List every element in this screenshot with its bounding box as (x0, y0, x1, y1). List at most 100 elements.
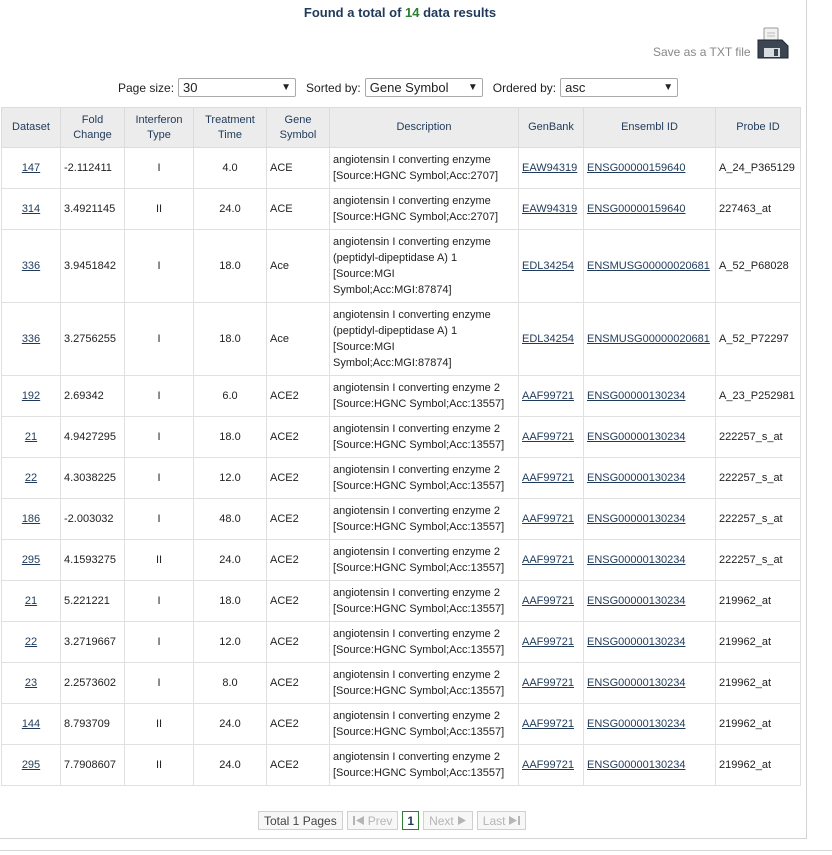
dataset-link[interactable]: 336 (22, 333, 40, 345)
genbank-link[interactable]: AAF99721 (522, 513, 574, 525)
genbank-link[interactable]: AAF99721 (522, 390, 574, 402)
ensembl-cell: ENSG00000130234 (583, 375, 716, 417)
ensembl-link[interactable]: ENSG00000130234 (587, 390, 685, 402)
header-treatment-time[interactable]: Treatment Time (193, 107, 267, 148)
genbank-link[interactable]: AAF99721 (522, 431, 574, 443)
header-fold-change[interactable]: Fold Change (60, 107, 125, 148)
interferon-type-cell: II (124, 188, 194, 230)
dataset-link[interactable]: 295 (22, 759, 40, 771)
interferon-type-cell: II (124, 744, 194, 786)
fold-change-cell: 3.2756255 (60, 302, 125, 376)
description-cell: angiotensin I converting enzyme 2 [Source… (329, 498, 519, 540)
genbank-cell: AAF99721 (518, 580, 584, 622)
dataset-link[interactable]: 336 (22, 260, 40, 272)
genbank-link[interactable]: AAF99721 (522, 759, 574, 771)
genbank-link[interactable]: EDL34254 (522, 260, 574, 272)
genbank-link[interactable]: AAF99721 (522, 677, 574, 689)
genbank-link[interactable]: EAW94319 (522, 203, 577, 215)
floppy-disk-icon[interactable] (754, 26, 790, 60)
results-controls: Page size: 30 ▼ Sorted by: Gene Symbol ▼ O… (118, 78, 688, 97)
probe-id-cell: A_52_P72297 (715, 302, 801, 376)
genbank-cell: AAF99721 (518, 416, 584, 458)
genbank-link[interactable]: AAF99721 (522, 636, 574, 648)
last-page-button[interactable]: Last (476, 811, 527, 830)
ensembl-link[interactable]: ENSG00000130234 (587, 431, 685, 443)
table-row: 186 -2.003032 I 48.0 ACE2 angiotensin I conve… (1, 498, 801, 540)
ensembl-cell: ENSMUSG00000020681 (583, 229, 716, 303)
ensembl-link[interactable]: ENSG00000130234 (587, 513, 685, 525)
header-description[interactable]: Description (329, 107, 519, 148)
prev-page-button[interactable]: Prev (346, 811, 399, 830)
ensembl-link[interactable]: ENSG00000130234 (587, 554, 685, 566)
page-1-button[interactable]: 1 (402, 811, 420, 830)
ensembl-link[interactable]: ENSG00000130234 (587, 595, 685, 607)
table-row: 314 3.4921145 II 24.0 ACE angiotensin I conve… (1, 188, 801, 230)
dataset-link[interactable]: 21 (25, 431, 37, 443)
ensembl-link[interactable]: ENSG00000130234 (587, 636, 685, 648)
header-interferon-type[interactable]: Interferon Type (124, 107, 194, 148)
sorted-by-select[interactable]: Gene Symbol ▼ (364, 78, 483, 97)
dataset-cell: 295 (1, 539, 61, 581)
interferon-type-cell: II (124, 539, 194, 581)
dataset-link[interactable]: 21 (25, 595, 37, 607)
description-line: [Source:HGNC Symbol;Acc:13557] (333, 398, 505, 410)
summary-suffix: data results (419, 5, 497, 20)
treatment-time-cell: 12.0 (193, 621, 267, 663)
dataset-cell: 147 (1, 147, 61, 189)
ensembl-link[interactable]: ENSG00000159640 (587, 162, 685, 174)
ordered-by-select[interactable]: asc ▼ (560, 78, 679, 97)
interferon-type-cell: I (124, 147, 194, 189)
prev-page-label: Prev (367, 813, 393, 828)
dataset-link[interactable]: 23 (25, 677, 37, 689)
gene-symbol-cell: ACE2 (266, 416, 330, 458)
table-row: 144 8.793709 II 24.0 ACE2 angiotensin I conve… (1, 703, 801, 745)
dataset-link[interactable]: 314 (22, 203, 40, 215)
ensembl-link[interactable]: ENSG00000130234 (587, 472, 685, 484)
table-row: 336 3.9451842 I 18.0 Ace angiotensin I conver… (1, 229, 801, 303)
next-page-button[interactable]: Next (423, 811, 473, 830)
ensembl-link[interactable]: ENSMUSG00000020681 (587, 333, 710, 345)
dataset-link[interactable]: 22 (25, 636, 37, 648)
genbank-cell: AAF99721 (518, 703, 584, 745)
description-cell: angiotensin I converting enzyme 2 [Source… (329, 416, 519, 458)
description-line: angiotensin I converting enzyme 2 (333, 628, 500, 640)
page-size-select[interactable]: 30 ▼ (178, 78, 297, 97)
probe-id-cell: A_52_P68028 (715, 229, 801, 303)
ensembl-link[interactable]: ENSG00000130234 (587, 718, 685, 730)
ensembl-link[interactable]: ENSG00000130234 (587, 677, 685, 689)
dataset-link[interactable]: 295 (22, 554, 40, 566)
dataset-link[interactable]: 22 (25, 472, 37, 484)
header-gene-symbol[interactable]: Gene Symbol (266, 107, 330, 148)
gene-symbol-cell: ACE2 (266, 580, 330, 622)
ensembl-link[interactable]: ENSG00000130234 (587, 759, 685, 771)
ensembl-cell: ENSG00000130234 (583, 580, 716, 622)
genbank-link[interactable]: EDL34254 (522, 333, 574, 345)
genbank-link[interactable]: AAF99721 (522, 595, 574, 607)
genbank-link[interactable]: AAF99721 (522, 718, 574, 730)
description-line: angiotensin I converting enzyme (333, 154, 491, 166)
probe-id-cell: 222257_s_at (715, 416, 801, 458)
save-txt-button[interactable]: Save as a TXT file (653, 26, 790, 60)
header-genbank[interactable]: GenBank (518, 107, 584, 148)
ensembl-link[interactable]: ENSMUSG00000020681 (587, 260, 710, 272)
gene-symbol-cell: ACE2 (266, 375, 330, 417)
genbank-link[interactable]: AAF99721 (522, 554, 574, 566)
genbank-link[interactable]: AAF99721 (522, 472, 574, 484)
dataset-link[interactable]: 186 (22, 513, 40, 525)
content-border-bottom (0, 838, 807, 839)
fold-change-cell: 4.3038225 (60, 457, 125, 499)
genbank-cell: EDL34254 (518, 302, 584, 376)
last-page-label: Last (482, 813, 506, 828)
dataset-link[interactable]: 147 (22, 162, 40, 174)
dataset-cell: 186 (1, 498, 61, 540)
header-probe-id[interactable]: Probe ID (715, 107, 801, 148)
dataset-link[interactable]: 192 (22, 390, 40, 402)
dataset-link[interactable]: 144 (22, 718, 40, 730)
save-txt-label[interactable]: Save as a TXT file (653, 45, 751, 59)
header-dataset[interactable]: Dataset (1, 107, 61, 148)
results-table: Dataset Fold Change Interferon Type Trea… (1, 107, 801, 786)
genbank-link[interactable]: EAW94319 (522, 162, 577, 174)
description-line: angiotensin I converting enzyme 2 (333, 587, 500, 599)
ensembl-link[interactable]: ENSG00000159640 (587, 203, 685, 215)
header-ensembl-id[interactable]: Ensembl ID (583, 107, 716, 148)
